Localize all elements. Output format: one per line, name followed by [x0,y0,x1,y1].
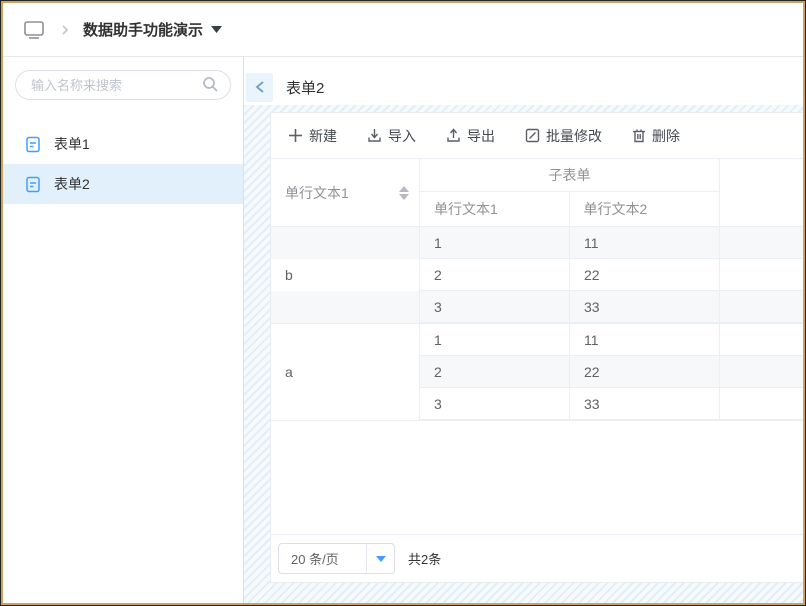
subform-header: 子表单 [420,159,719,192]
table-group: 111222333a [271,324,803,421]
column-header-col1: 单行文本1 [271,159,420,226]
table-empty-space [271,421,803,534]
caret-down-icon [366,544,394,573]
sidebar-item-label: 表单2 [54,174,90,194]
chevron-left-icon [254,80,266,94]
delete-label: 删除 [652,126,680,146]
subheader-col2: 单行文本2 [570,192,720,226]
export-button[interactable]: 导出 [446,126,495,146]
chevron-right-icon [59,24,71,36]
top-bar: 数据助手功能演示 [3,3,803,57]
table-cell: 2 [420,259,570,291]
batch-edit-button[interactable]: 批量修改 [525,126,602,146]
table-cell-empty [720,259,803,291]
sidebar-item-label: 表单1 [54,134,90,154]
table-cell: 22 [570,356,720,388]
table-cell: 1 [420,227,570,259]
back-button[interactable] [246,73,273,102]
subform-header-group: 子表单 单行文本1 单行文本2 [420,159,720,226]
table-body: 111222333b111222333a [271,227,803,421]
search-box [15,70,231,100]
form-list: 表单1 表单2 [3,124,243,204]
sidebar-item-form1[interactable]: 表单1 [3,124,243,164]
batch-edit-label: 批量修改 [546,126,602,146]
import-label: 导入 [388,126,416,146]
col1-header-label: 单行文本1 [285,183,349,203]
sidebar-item-form2[interactable]: 表单2 [3,164,243,204]
subheader-col1: 单行文本1 [420,192,570,226]
main-area: 表单2 新建 [244,57,803,603]
table-cell-empty [720,324,803,356]
total-count: 共2条 [408,549,441,568]
table-group: 111222333b [271,227,803,324]
delete-button[interactable]: 删除 [632,126,680,146]
edit-icon [525,128,540,143]
body-area: 表单1 表单2 [3,57,803,603]
table-row[interactable]: 333 [271,291,803,323]
subform-subheaders: 单行文本1 单行文本2 [420,192,719,226]
search-input[interactable] [15,70,231,100]
group-cell-area [271,259,420,291]
export-icon [446,128,461,143]
monitor-icon[interactable] [23,20,45,40]
table-cell: 33 [570,388,720,420]
group-cell-area [271,388,420,420]
table-cell: 22 [570,259,720,291]
table-cell: 33 [570,291,720,323]
table-cell: 11 [570,227,720,259]
form-title: 表单2 [286,77,324,98]
caret-down-icon[interactable] [211,26,222,33]
table-cell-empty [720,291,803,323]
group-cell-area [271,227,420,259]
table-row[interactable]: 222 [271,356,803,388]
table-cell: 3 [420,388,570,420]
table-cell-empty [720,356,803,388]
table-row[interactable]: 333 [271,388,803,420]
sort-carets-icon[interactable] [399,186,409,200]
search-icon[interactable] [202,76,219,96]
document-icon [25,136,41,153]
plus-icon [288,128,303,143]
table-cell: 2 [420,356,570,388]
table-cell: 1 [420,324,570,356]
app-window: 数据助手功能演示 [0,0,806,606]
page-size-select[interactable]: 20 条/页 [278,543,395,574]
import-button[interactable]: 导入 [367,126,416,146]
table-header: 单行文本1 子表单 单行文本1 单行文本2 [271,159,803,227]
create-label: 新建 [309,126,337,146]
delete-icon [632,128,646,143]
import-icon [367,128,382,143]
export-label: 导出 [467,126,495,146]
group-cell-area [271,324,420,356]
page-size-value: 20 条/页 [279,544,366,573]
table-cell-empty [720,388,803,420]
page-title[interactable]: 数据助手功能演示 [83,19,203,40]
table-row[interactable]: 111 [271,227,803,259]
create-button[interactable]: 新建 [288,126,337,146]
document-icon [25,176,41,193]
toolbar: 新建 导入 [271,113,803,159]
group-cell-area [271,291,420,323]
content-background: 新建 导入 [244,105,803,603]
main-header: 表单2 [244,57,803,105]
pagination-bar: 20 条/页 共2条 [271,534,803,582]
column-header-empty [720,159,803,226]
group-cell-area [271,356,420,388]
table-cell: 11 [570,324,720,356]
table-cell: 3 [420,291,570,323]
table-cell-empty [720,227,803,259]
app-frame: 数据助手功能演示 [1,1,805,605]
table-row[interactable]: 111 [271,324,803,356]
sidebar: 表单1 表单2 [3,57,244,603]
table-row[interactable]: 222 [271,259,803,291]
data-panel: 新建 导入 [270,112,803,583]
